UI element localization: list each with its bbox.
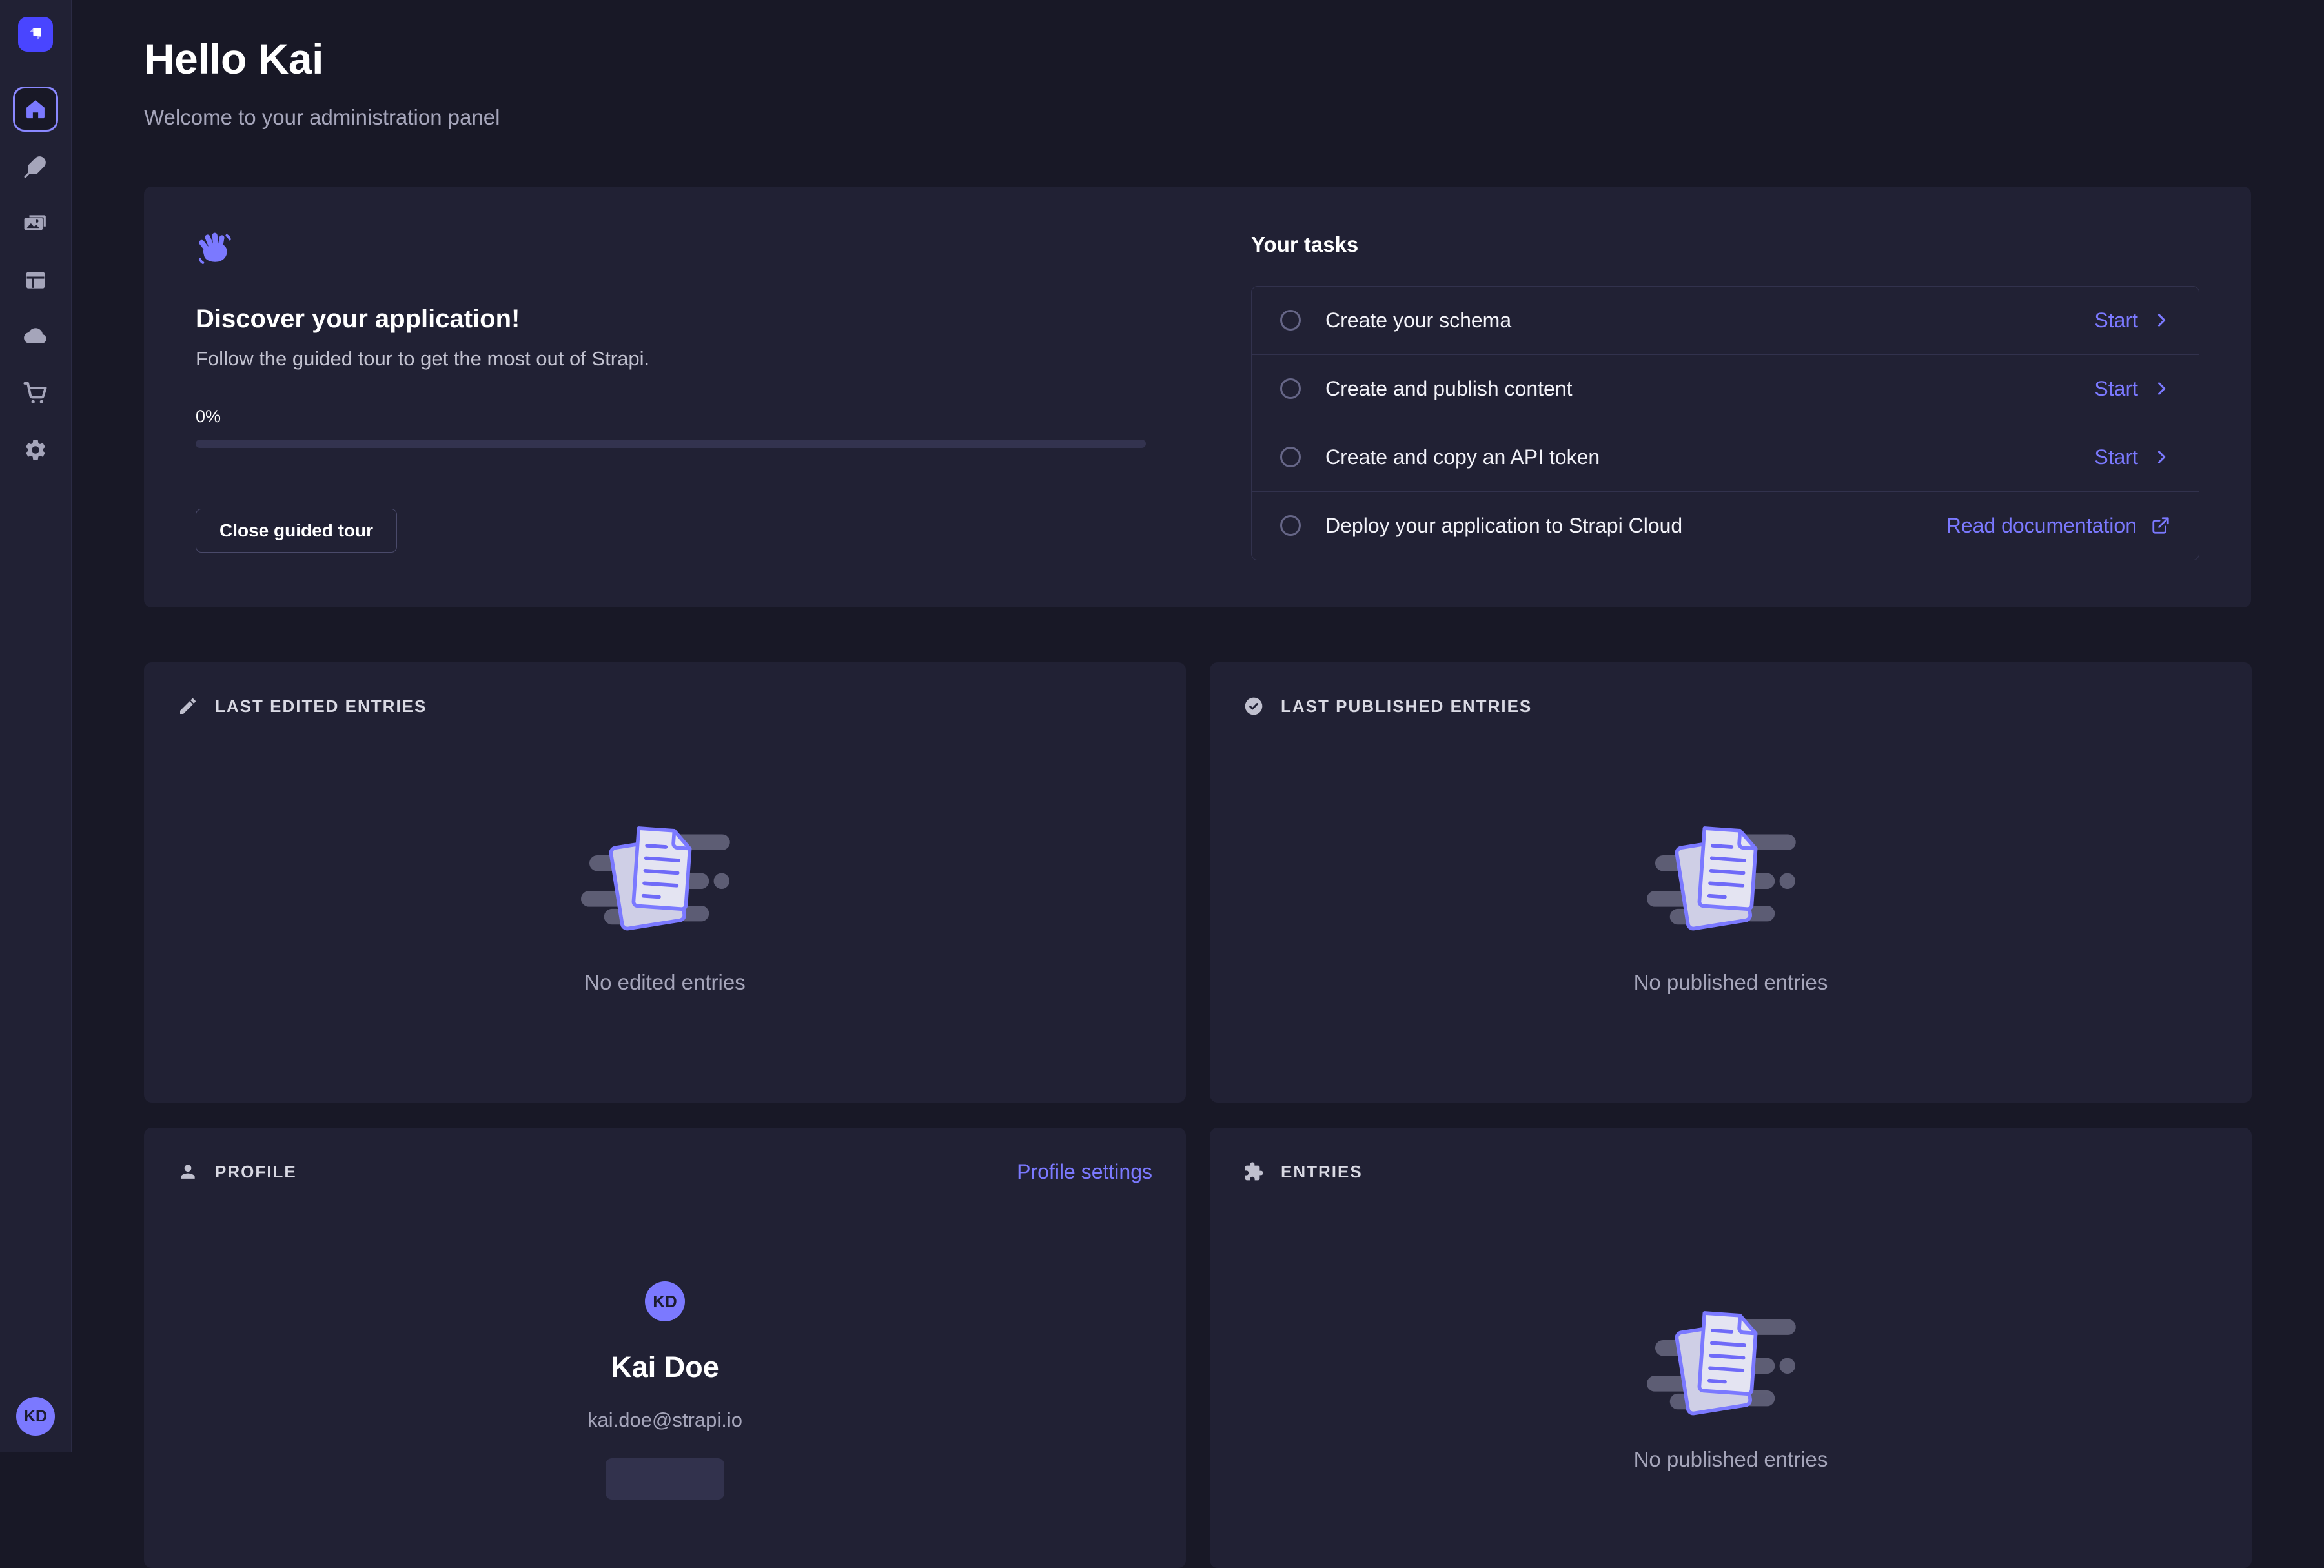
task-label: Create and copy an API token — [1325, 445, 1600, 469]
external-link-icon — [2151, 516, 2170, 535]
task-row: Deploy your application to Strapi Cloud … — [1252, 491, 2199, 560]
sidebar-item-settings[interactable] — [13, 427, 58, 473]
guided-tour-panel: Discover your application! Follow the gu… — [144, 187, 1199, 607]
guided-tour-card: Discover your application! Follow the gu… — [144, 187, 2251, 607]
empty-state-text: No edited entries — [584, 970, 745, 995]
guided-tour-progress-label: 0% — [196, 407, 1147, 427]
task-row: Create your schema Start — [1252, 287, 2199, 354]
guided-tour-title: Discover your application! — [196, 304, 1147, 334]
guided-tour-progress-bar — [196, 440, 1146, 448]
empty-state-text: No published entries — [1634, 1447, 1828, 1472]
widget-header: ENTRIES — [1210, 1128, 2252, 1185]
images-icon — [23, 211, 48, 236]
cloud-icon — [23, 324, 48, 349]
puzzle-icon — [1243, 1161, 1264, 1182]
chevron-right-icon — [2152, 311, 2170, 329]
strapi-logo-icon — [25, 23, 46, 45]
empty-documents-illustration — [1647, 813, 1815, 939]
profile-widget: PROFILE Profile settings KD Kai Doe kai.… — [144, 1128, 1186, 1568]
widget-header: LAST PUBLISHED ENTRIES — [1210, 662, 2252, 719]
pencil-icon — [178, 696, 198, 717]
last-published-entries-widget: LAST PUBLISHED ENTRIES — [1210, 662, 2252, 1103]
task-checkbox[interactable] — [1280, 515, 1301, 536]
widget-title: LAST PUBLISHED ENTRIES — [1281, 697, 1532, 717]
widget-title: LAST EDITED ENTRIES — [215, 697, 427, 717]
task-start-link[interactable]: Start — [2094, 309, 2170, 332]
profile-settings-link[interactable]: Profile settings — [1017, 1160, 1152, 1184]
your-tasks-panel: Your tasks Create your schema Start Crea… — [1199, 187, 2251, 607]
task-checkbox[interactable] — [1280, 447, 1301, 467]
sidebar-item-home[interactable] — [13, 87, 58, 132]
layout-icon — [23, 268, 48, 292]
task-start-link[interactable]: Start — [2094, 445, 2170, 469]
sidebar-user-avatar[interactable]: KD — [16, 1397, 55, 1436]
widget-header: LAST EDITED ENTRIES — [144, 662, 1186, 719]
task-read-documentation-link[interactable]: Read documentation — [1946, 514, 2170, 538]
guided-tour-description: Follow the guided tour to get the most o… — [196, 347, 1147, 371]
sidebar: KD — [0, 0, 72, 1452]
task-label: Create your schema — [1325, 309, 1511, 332]
task-checkbox[interactable] — [1280, 310, 1301, 331]
chevron-right-icon — [2152, 448, 2170, 466]
sidebar-item-content-type-builder[interactable] — [13, 258, 58, 303]
person-icon — [178, 1161, 198, 1182]
widget-title: ENTRIES — [1281, 1162, 1363, 1182]
home-icon — [23, 97, 48, 121]
widget-header: PROFILE Profile settings — [144, 1128, 1186, 1185]
page-title: Hello Kai — [144, 37, 323, 80]
task-label: Deploy your application to Strapi Cloud — [1325, 514, 1682, 538]
task-action-label: Start — [2094, 445, 2138, 469]
last-edited-entries-widget: LAST EDITED ENTRIES — [144, 662, 1186, 1103]
waving-hand-icon — [196, 232, 236, 267]
task-row: Create and publish content Start — [1252, 354, 2199, 423]
chevron-right-icon — [2152, 380, 2170, 398]
profile-email: kai.doe@strapi.io — [587, 1410, 742, 1430]
profile-avatar: KD — [645, 1281, 685, 1321]
task-label: Create and publish content — [1325, 377, 1572, 401]
strapi-logo[interactable] — [18, 17, 53, 52]
task-action-label: Start — [2094, 377, 2138, 401]
gear-icon — [23, 438, 48, 462]
sidebar-item-cloud[interactable] — [13, 314, 58, 359]
page-subtitle: Welcome to your administration panel — [144, 105, 500, 130]
profile-name: Kai Doe — [611, 1352, 719, 1381]
check-circle-icon — [1243, 696, 1264, 717]
sidebar-item-marketplace[interactable] — [13, 371, 58, 416]
empty-state: No edited entries — [144, 813, 1186, 995]
tasks-list: Create your schema Start Create and publ… — [1251, 286, 2199, 560]
task-checkbox[interactable] — [1280, 378, 1301, 399]
sidebar-item-media-library[interactable] — [13, 201, 58, 246]
task-row: Create and copy an API token Start — [1252, 423, 2199, 491]
tasks-title: Your tasks — [1251, 232, 2199, 258]
task-action-label: Read documentation — [1946, 514, 2137, 538]
empty-state: No published entries — [1210, 1298, 2252, 1472]
empty-documents-illustration — [1647, 1298, 1815, 1424]
sidebar-item-content-manager[interactable] — [13, 144, 58, 189]
cart-icon — [23, 381, 48, 405]
task-action-label: Start — [2094, 309, 2138, 332]
task-start-link[interactable]: Start — [2094, 377, 2170, 401]
widget-title: PROFILE — [215, 1162, 297, 1182]
close-guided-tour-button[interactable]: Close guided tour — [196, 509, 397, 553]
empty-state: No published entries — [1210, 813, 2252, 995]
feather-icon — [23, 154, 48, 179]
empty-documents-illustration — [581, 813, 749, 939]
profile-role-badge — [606, 1458, 724, 1500]
empty-state-text: No published entries — [1634, 970, 1828, 995]
entries-widget: ENTRIES — [1210, 1128, 2252, 1568]
